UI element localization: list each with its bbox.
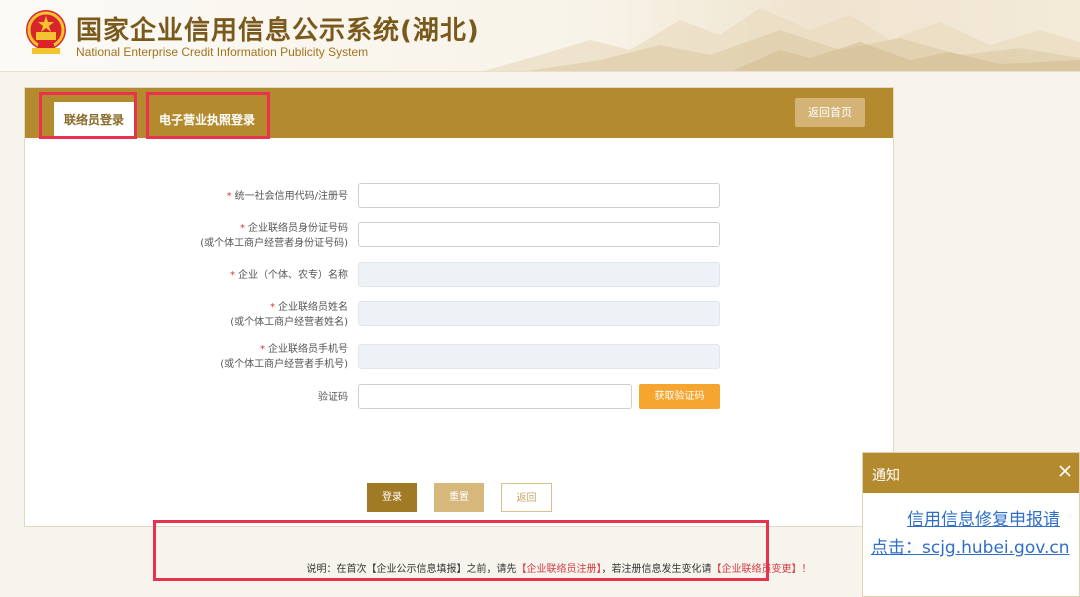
credit-code-label: * 统一社会信用代码/注册号 xyxy=(226,191,348,202)
liaison-name-input[interactable] xyxy=(358,301,720,326)
repair-link-line1[interactable]: 信用信息修复申报请 xyxy=(907,505,1060,530)
mountain-background-image xyxy=(483,8,1080,71)
captcha-label: 验证码 xyxy=(318,392,348,403)
id-number-input[interactable] xyxy=(358,222,720,247)
site-header: 国家企业信用信息公示系统(湖北) National Enterprise Cre… xyxy=(0,0,1080,72)
login-panel: 联络员登录 电子营业执照登录 返回首页 * 统一社会信用代码/注册号 * 企业联络员… xyxy=(24,87,894,527)
repair-link-line2[interactable]: 点击：scjg.hubei.gov.cn xyxy=(871,533,1070,558)
company-name-label: * 企业（个体、农专）名称 xyxy=(230,270,348,281)
site-title: 国家企业信用信息公示系统(湖北) xyxy=(76,16,480,46)
id-number-label: * 企业联络员身份证号码 (或个体工商户经营者身份证号码) xyxy=(200,223,348,249)
phone-label: * 企业联络员手机号 (或个体工商户经营者手机号) xyxy=(220,344,348,370)
reset-button[interactable]: 重置 xyxy=(434,483,484,512)
liaison-name-label: * 企业联络员姓名 (或个体工商户经营者姓名) xyxy=(230,302,348,328)
close-icon[interactable] xyxy=(1057,463,1073,479)
notification-header: 通知 xyxy=(863,453,1079,493)
national-emblem-icon xyxy=(26,10,66,54)
get-code-button[interactable]: 获取验证码 xyxy=(639,384,720,409)
back-button[interactable]: 返回 xyxy=(501,483,552,512)
tab-liaison-login[interactable]: 联络员登录 xyxy=(54,102,134,138)
notification-title: 通知 xyxy=(872,468,900,484)
captcha-input[interactable] xyxy=(358,384,632,409)
change-link[interactable]: 【企业联络员变更】！ xyxy=(712,564,812,575)
tab-e-license-login[interactable]: 电子营业执照登录 xyxy=(151,102,263,138)
phone-input[interactable] xyxy=(358,344,720,369)
company-name-input[interactable] xyxy=(358,262,720,287)
register-link[interactable]: 【企业联络员注册】 xyxy=(517,564,602,575)
back-home-button[interactable]: 返回首页 xyxy=(795,98,865,127)
tab-bar: 联络员登录 电子营业执照登录 返回首页 xyxy=(25,88,893,138)
credit-code-input[interactable] xyxy=(358,183,720,208)
login-button[interactable]: 登录 xyxy=(367,483,417,512)
notification-popup: 通知 信用信息修复申报请 点击：scjg.hubei.gov.cn xyxy=(862,452,1080,597)
site-subtitle: National Enterprise Credit Information P… xyxy=(76,45,369,59)
